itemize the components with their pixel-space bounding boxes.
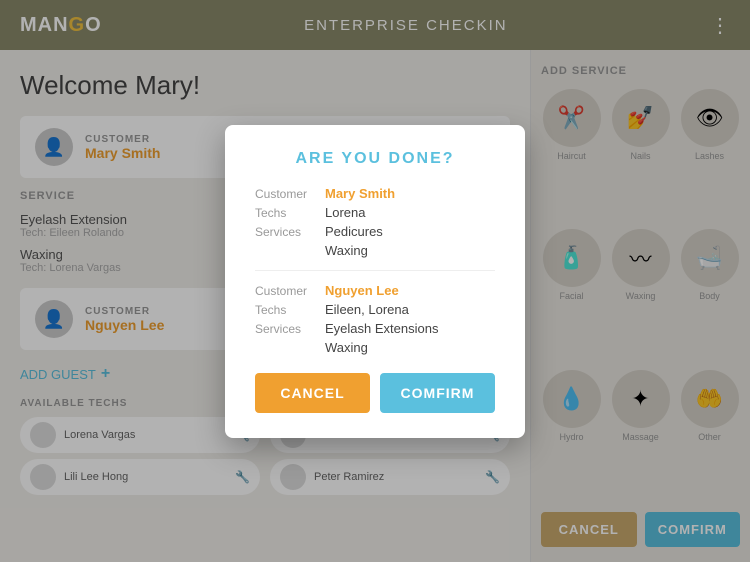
modal-customer-row-1: Customer Mary Smith	[255, 186, 495, 201]
modal-overlay: ARE YOU DONE? Customer Mary Smith Techs …	[0, 0, 750, 562]
modal-customer-value-2: Nguyen Lee	[325, 283, 399, 298]
modal-title: ARE YOU DONE?	[255, 150, 495, 168]
modal-customer-label-1: Customer	[255, 186, 315, 201]
modal-techs-row-2: Techs Eileen, Lorena	[255, 302, 495, 317]
modal-buttons: CANCEL COMFIRM	[255, 373, 495, 413]
modal-techs-value-2: Eileen, Lorena	[325, 302, 409, 317]
modal-techs-label-2: Techs	[255, 302, 315, 317]
modal-techs-label-1: Techs	[255, 205, 315, 220]
modal-services-label-2: Services	[255, 321, 315, 336]
modal-techs-value-1: Lorena	[325, 205, 365, 220]
modal-services-row-2: Services Eyelash Extensions	[255, 321, 495, 336]
modal-customer-value-1: Mary Smith	[325, 186, 395, 201]
modal-service-sub-1: Waxing	[325, 243, 495, 258]
modal-services-row-1: Services Pedicures	[255, 224, 495, 239]
modal-customer-row-2: Customer Nguyen Lee	[255, 283, 495, 298]
modal-cancel-button[interactable]: CANCEL	[255, 373, 370, 413]
modal-techs-row-1: Techs Lorena	[255, 205, 495, 220]
modal-service-sub-2: Waxing	[325, 340, 495, 355]
modal-services-label-1: Services	[255, 224, 315, 239]
are-you-done-modal: ARE YOU DONE? Customer Mary Smith Techs …	[225, 125, 525, 438]
modal-services-value-1a: Pedicures	[325, 224, 383, 239]
modal-services-value-2a: Eyelash Extensions	[325, 321, 438, 336]
modal-confirm-button[interactable]: COMFIRM	[380, 373, 495, 413]
modal-customer-label-2: Customer	[255, 283, 315, 298]
modal-divider	[255, 270, 495, 271]
